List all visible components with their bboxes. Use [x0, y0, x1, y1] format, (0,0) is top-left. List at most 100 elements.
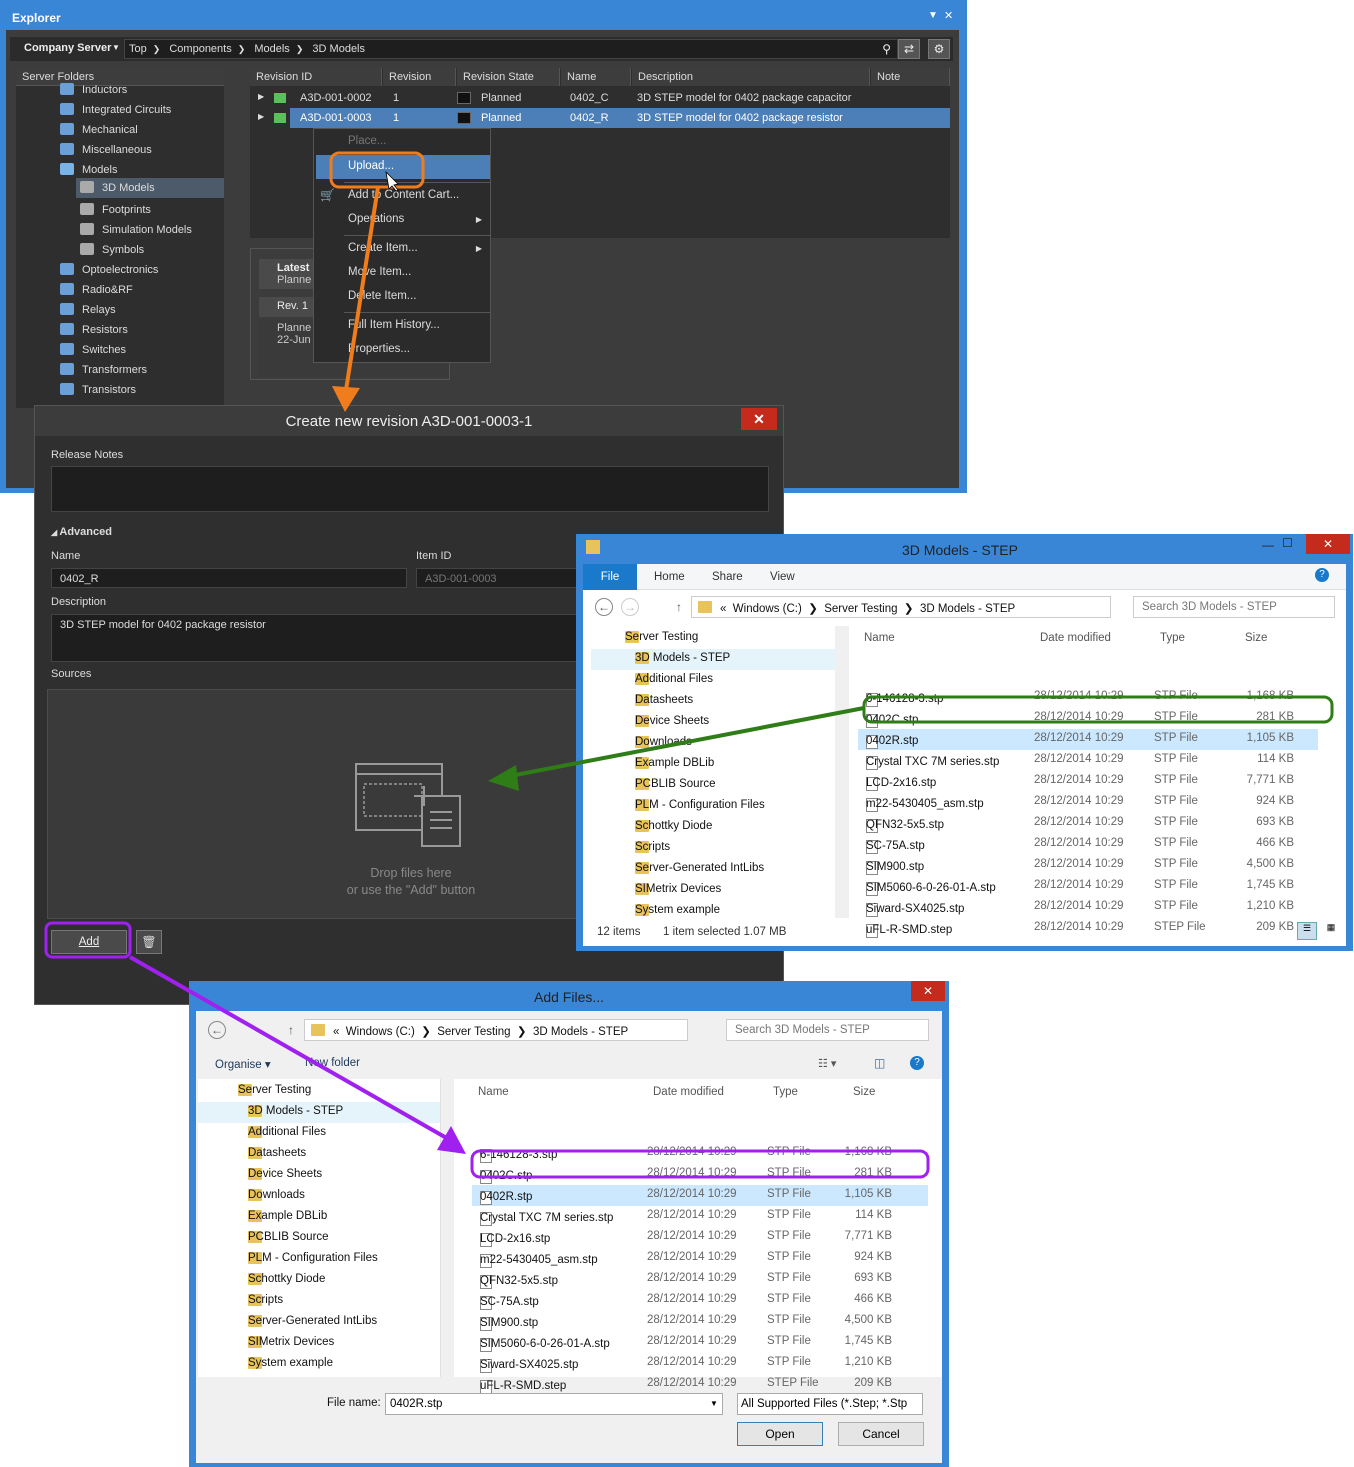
folder-footprints[interactable]: Footprints [80, 200, 151, 220]
file-row-selected[interactable]: 0402R.stp 28/12/2014 10:29 STP File 1,105 K… [472, 1185, 928, 1206]
file-row[interactable]: 6-146128-3.stp 28/12/2014 10:29 STP File 1,… [472, 1143, 928, 1164]
new-folder-button[interactable]: New folder [305, 1057, 360, 1069]
crumb-top[interactable]: Top [129, 40, 147, 55]
crumb-3d-models[interactable]: 3D Models [312, 40, 365, 55]
col-name[interactable]: Name [864, 632, 895, 644]
advanced-section[interactable]: ◢ Advanced [51, 526, 112, 538]
file-row[interactable]: m22-5430405_asm.stp 28/12/2014 10:29 STP F… [858, 792, 1318, 813]
crumb-models[interactable]: Models [254, 40, 289, 55]
ribbon-file[interactable]: File [583, 564, 637, 590]
folder-resistors[interactable]: Resistors [60, 320, 128, 340]
ribbon-view[interactable]: View [770, 571, 795, 583]
folder-transistors[interactable]: Transistors [60, 380, 136, 400]
menu-create-item[interactable]: Create Item... [348, 242, 418, 254]
file-row[interactable]: uFL-R-SMD.step 28/12/2014 10:29 STEP File 2… [472, 1374, 928, 1395]
search-icon[interactable]: ⚲ [882, 42, 891, 56]
menu-upload[interactable]: Upload... [348, 160, 394, 172]
add-button[interactable]: Add [51, 930, 127, 954]
search-input[interactable]: Search 3D Models - STEP [726, 1019, 929, 1041]
maximize-button[interactable]: ☐ [1282, 536, 1293, 550]
folder-optoelectronics[interactable]: Optoelectronics [60, 260, 158, 280]
file-row[interactable]: Crystal TXC 7M series.stp 28/12/2014 10:2… [472, 1206, 928, 1227]
table-row-selected[interactable]: ▶ A3D-001-0003 1 Planned 0402_R 3D STEP … [250, 108, 950, 128]
menu-delete-item[interactable]: Delete Item... [348, 290, 416, 302]
col-name[interactable]: Name [561, 68, 631, 86]
col-note[interactable]: Note [871, 68, 950, 86]
table-row[interactable]: ▶ A3D-001-0002 1 Planned 0402_C 3D STEP … [250, 88, 950, 108]
file-row[interactable]: 6-146128-3.stp 28/12/2014 10:29 STP File 1,… [858, 687, 1318, 708]
server-selector[interactable]: Company Server [24, 42, 111, 54]
back-button[interactable]: ← [208, 1021, 226, 1039]
dropdown-icon[interactable]: ▼ [928, 10, 938, 21]
nav-scrollbar[interactable] [835, 626, 849, 918]
address-bar[interactable]: « Windows (C:) ❯ Server Testing ❯ 3D Mod… [691, 596, 1111, 618]
help-icon[interactable]: ? [1315, 568, 1329, 582]
chevron-down-icon[interactable]: ▼ [710, 1399, 718, 1408]
settings-button[interactable]: ⚙ [928, 39, 950, 59]
file-row[interactable]: SIM5060-6-0-26-01-A.stp 28/12/2014 10:29 S… [472, 1332, 928, 1353]
file-row[interactable]: QFN32-5x5.stp 28/12/2014 10:29 STP File 693… [472, 1269, 928, 1290]
file-row[interactable]: LCD-2x16.stp 28/12/2014 10:29 STP File 7,77… [858, 771, 1318, 792]
cancel-button[interactable]: Cancel [838, 1422, 924, 1446]
name-field[interactable]: 0402_R [51, 568, 407, 588]
chevron-down-icon[interactable]: ▼ [112, 43, 120, 52]
file-row[interactable]: Crystal TXC 7M series.stp 28/12/2014 10:2… [858, 750, 1318, 771]
folder-switches[interactable]: Switches [60, 340, 126, 360]
col-date[interactable]: Date modified [653, 1086, 724, 1098]
tiles-view-icon[interactable]: ▦ [1321, 922, 1341, 940]
file-row[interactable]: LCD-2x16.stp 28/12/2014 10:29 STP File 7,77… [472, 1227, 928, 1248]
close-icon[interactable]: ✕ [944, 9, 953, 22]
file-row[interactable]: uFL-R-SMD.step 28/12/2014 10:29 STEP File 2… [858, 918, 1318, 939]
col-size[interactable]: Size [1245, 632, 1267, 644]
ribbon-home[interactable]: Home [654, 571, 685, 583]
minimize-button[interactable]: — [1262, 538, 1274, 552]
up-button[interactable]: ↑ [676, 600, 682, 614]
open-button[interactable]: Open [737, 1422, 823, 1446]
description-field[interactable]: 3D STEP model for 0402 package resistor [51, 614, 591, 662]
folder-3d-models[interactable]: 3D Models [76, 178, 224, 198]
file-row[interactable]: Siward-SX4025.stp 28/12/2014 10:29 STP Fil… [472, 1353, 928, 1374]
folder-simulation-models[interactable]: Simulation Models [80, 220, 192, 240]
forward-button[interactable]: → [621, 598, 639, 616]
col-size[interactable]: Size [853, 1086, 875, 1098]
ribbon-share[interactable]: Share [712, 571, 743, 583]
file-row[interactable]: SC-75A.stp 28/12/2014 10:29 STP File 466 KB [472, 1290, 928, 1311]
file-row[interactable]: 0402C.stp 28/12/2014 10:29 STP File 281 KB [472, 1164, 928, 1185]
folder-models[interactable]: Models [60, 160, 117, 180]
preview-pane-icon[interactable]: ◫ [874, 1056, 885, 1070]
nav-scrollbar[interactable] [440, 1079, 454, 1377]
col-revision-id[interactable]: Revision ID [250, 68, 382, 86]
menu-properties[interactable]: Properties... [348, 343, 410, 355]
file-name-input[interactable]: 0402R.stp [385, 1393, 723, 1415]
close-button[interactable]: ✕ [1306, 534, 1350, 554]
menu-operations[interactable]: Operations [348, 213, 404, 225]
view-options-icon[interactable]: ☷ ▾ [818, 1057, 836, 1070]
close-button[interactable]: ✕ [911, 981, 945, 1001]
organise-button[interactable]: Organise ▾ [215, 1057, 271, 1071]
col-date[interactable]: Date modified [1040, 632, 1111, 644]
col-name[interactable]: Name [478, 1086, 509, 1098]
file-type-select[interactable]: All Supported Files (*.Step; *.Stp [737, 1393, 923, 1415]
file-row[interactable]: 0402C.stp 28/12/2014 10:29 STP File 281 KB [858, 708, 1318, 729]
folder-transformers[interactable]: Transformers [60, 360, 147, 380]
folder-radio-rf[interactable]: Radio&RF [60, 280, 133, 300]
file-row-selected[interactable]: 0402R.stp 28/12/2014 10:29 STP File 1,105 K… [858, 729, 1318, 750]
col-type[interactable]: Type [1160, 632, 1185, 644]
up-button[interactable]: ↑ [288, 1023, 294, 1037]
col-description[interactable]: Description [632, 68, 870, 86]
file-row[interactable]: SIM900.stp 28/12/2014 10:29 STP File 4,500 … [858, 855, 1318, 876]
file-row[interactable]: SIM5060-6-0-26-01-A.stp 28/12/2014 10:29 S… [858, 876, 1318, 897]
file-row[interactable]: SC-75A.stp 28/12/2014 10:29 STP File 466 KB [858, 834, 1318, 855]
file-row[interactable]: SIM900.stp 28/12/2014 10:29 STP File 4,500 … [472, 1311, 928, 1332]
crumb-components[interactable]: Components [169, 40, 231, 55]
menu-place[interactable]: Place... [348, 135, 386, 147]
file-row[interactable]: m22-5430405_asm.stp 28/12/2014 10:29 STP F… [472, 1248, 928, 1269]
col-revision-state[interactable]: Revision State [457, 68, 560, 86]
folder-integrated-circuits[interactable]: Integrated Circuits [60, 100, 171, 120]
folder-mechanical[interactable]: Mechanical [60, 120, 138, 140]
address-bar[interactable]: « Windows (C:) ❯ Server Testing ❯ 3D Mod… [304, 1019, 688, 1041]
folder-inductors[interactable]: Inductors [60, 80, 127, 100]
close-button[interactable]: ✕ [741, 408, 777, 430]
details-view-icon[interactable]: ☰ [1297, 922, 1317, 940]
menu-add-to-cart[interactable]: Add to Content Cart... [348, 189, 459, 201]
